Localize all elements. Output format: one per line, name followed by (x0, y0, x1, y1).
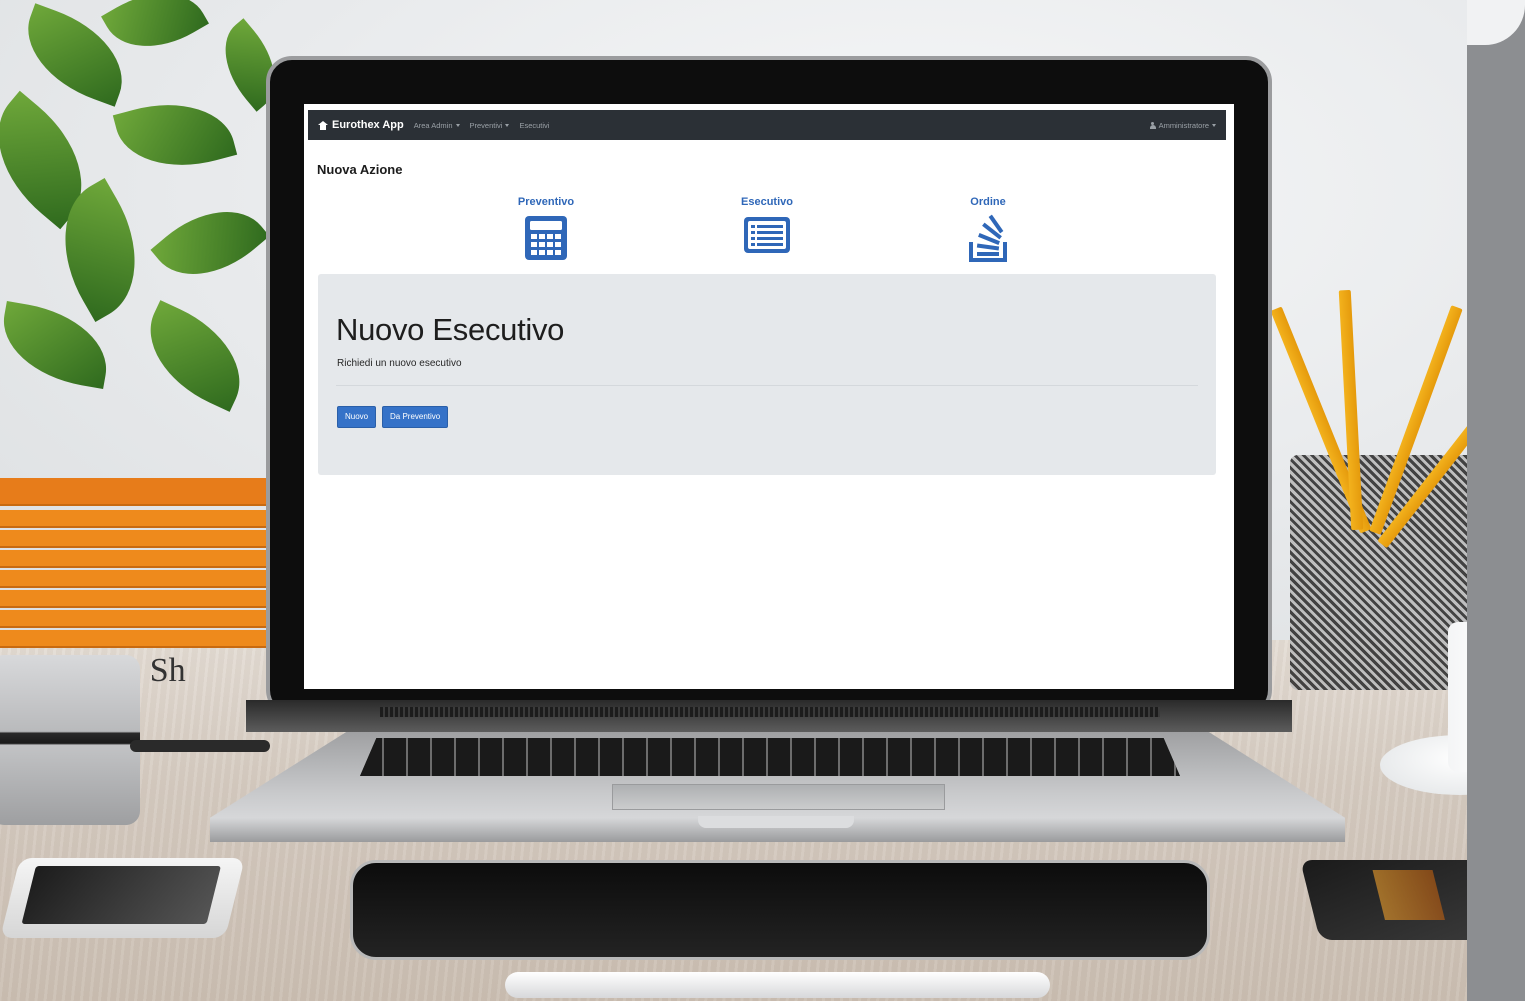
nav-preventivi[interactable]: Preventivi (470, 121, 510, 130)
nav-area-admin[interactable]: Area Admin (414, 121, 460, 130)
section-title: Nuova Azione (317, 162, 403, 177)
action-ordine[interactable]: Ordine (943, 196, 1033, 264)
action-label: Esecutivo (741, 196, 793, 208)
caret-down-icon (505, 123, 510, 127)
nuovo-button[interactable]: Nuovo (337, 406, 377, 428)
action-preventivo[interactable]: Preventivo (501, 196, 591, 262)
user-name: Amministratore (1158, 120, 1209, 130)
brand-label: Eurothex App (332, 119, 404, 131)
laptop-notch (698, 816, 854, 828)
da-preventivo-button[interactable]: Da Preventivo (382, 406, 449, 428)
caret-down-icon (1212, 123, 1216, 127)
stack-overflow-icon (969, 214, 1007, 262)
phone-photo (0, 858, 245, 938)
brand-link[interactable]: Eurothex App (318, 119, 404, 131)
home-icon (318, 120, 328, 130)
jumbotron-lead: Richiedi un nuovo esecutivo (337, 358, 462, 369)
jumbotron-title: Nuovo Esecutivo (336, 312, 565, 347)
nav-label: Esecutivi (519, 120, 550, 130)
list-icon (744, 217, 790, 253)
divider (336, 385, 1198, 386)
laptop-keyboard (360, 738, 1180, 776)
top-navbar: Eurothex App Area Admin Preventivi Esecu… (308, 110, 1226, 140)
plant-photo (0, 0, 295, 500)
laptop-speaker (380, 707, 1160, 717)
user-icon (1149, 121, 1156, 129)
action-label: Preventivo (517, 196, 575, 208)
caret-down-icon (455, 123, 460, 127)
action-esecutivo[interactable]: Esecutivo (722, 196, 812, 256)
nav-label: Area Admin (413, 120, 453, 130)
app-screen: Eurothex App Area Admin Preventivi Esecu… (304, 104, 1234, 689)
nav-esecutivi[interactable]: Esecutivi (519, 121, 549, 130)
jumbotron: Nuovo Esecutivo Richiedi un nuovo esecut… (318, 274, 1216, 475)
nav-label: Preventivi (469, 120, 503, 130)
calculator-icon (525, 216, 567, 260)
tablet-photo (350, 860, 1210, 960)
book-stack-photo (0, 478, 290, 648)
action-label: Ordine (970, 196, 1006, 208)
frame-edge (1467, 0, 1525, 1001)
cable-photo (130, 740, 270, 752)
user-menu[interactable]: Amministratore (1149, 120, 1216, 130)
pen-photo (505, 972, 1050, 998)
laptop-trackpad (612, 784, 945, 810)
hard-drive-photo (0, 655, 140, 825)
